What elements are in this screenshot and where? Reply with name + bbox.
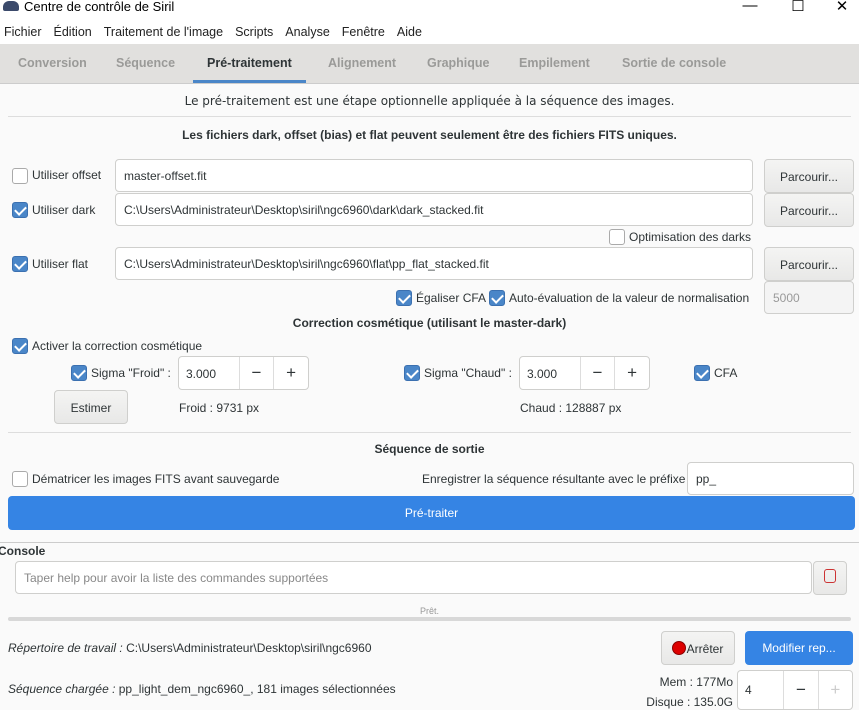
preprocess-button[interactable]: Pré-traiter bbox=[8, 496, 855, 530]
menu-bar: Fichier Édition Traitement de l'image Sc… bbox=[0, 20, 859, 44]
prefix-input[interactable]: pp_ bbox=[687, 462, 854, 495]
cfa-label: CFA bbox=[714, 366, 738, 380]
offset-checkbox[interactable] bbox=[12, 168, 28, 184]
offset-browse-button[interactable]: Parcourir... bbox=[764, 159, 854, 193]
minimize-button[interactable]: — bbox=[730, 0, 770, 14]
flat-path-input[interactable]: C:\Users\Administrateur\Desktop\siril\ng… bbox=[115, 247, 753, 280]
hot-pixel-count: Chaud : 128887 px bbox=[520, 401, 622, 415]
sigma-cold-label: Sigma "Froid" : bbox=[91, 366, 171, 380]
menu-fenetre[interactable]: Fenêtre bbox=[338, 20, 391, 44]
cosmetic-enable-label: Activer la correction cosmétique bbox=[32, 339, 203, 353]
prefix-label: Enregistrer la séquence résultante avec … bbox=[422, 472, 693, 486]
console-clear-button[interactable] bbox=[813, 561, 847, 595]
close-button[interactable]: ✕ bbox=[822, 0, 859, 15]
equalize-cfa-checkbox[interactable] bbox=[396, 290, 412, 306]
menu-traitement[interactable]: Traitement de l'image bbox=[100, 20, 229, 44]
sigma-hot-plus-button[interactable]: + bbox=[614, 357, 649, 389]
menu-aide[interactable]: Aide bbox=[393, 20, 428, 44]
menu-scripts[interactable]: Scripts bbox=[231, 20, 279, 44]
stop-label: Arrêter bbox=[686, 642, 724, 656]
sigma-hot-label: Sigma "Chaud" : bbox=[424, 366, 512, 380]
cosmetic-enable-checkbox[interactable] bbox=[12, 338, 28, 354]
files-note: Les fichiers dark, offset (bias) et flat… bbox=[182, 128, 677, 142]
title-bar: Centre de contrôle de Siril — ☐ ✕ bbox=[0, 0, 859, 20]
threads-value[interactable]: 4 bbox=[738, 671, 783, 709]
sigma-cold-checkbox[interactable] bbox=[71, 365, 87, 381]
threads-stepper[interactable]: 4 − + bbox=[737, 670, 853, 710]
intro-text: Le pré-traitement est une étape optionne… bbox=[184, 94, 675, 108]
dark-label: Utiliser dark bbox=[32, 203, 96, 217]
tab-bar: Conversion Séquence Pré-traitement Align… bbox=[0, 44, 859, 84]
tab-graphique[interactable]: Graphique bbox=[427, 56, 490, 70]
status-text: Prêt. bbox=[419, 606, 439, 616]
equalize-cfa-label: Égaliser CFA bbox=[416, 291, 487, 305]
menu-edition[interactable]: Édition bbox=[50, 20, 98, 44]
stop-button[interactable]: Arrêter bbox=[661, 631, 735, 665]
progress-bar bbox=[8, 617, 851, 621]
menu-analyse[interactable]: Analyse bbox=[281, 20, 335, 44]
normalization-value-input[interactable]: 5000 bbox=[764, 281, 854, 314]
dark-browse-button[interactable]: Parcourir... bbox=[764, 193, 854, 227]
dark-optimization-label: Optimisation des darks bbox=[629, 230, 752, 244]
active-tab-indicator bbox=[193, 80, 306, 83]
offset-label: Utiliser offset bbox=[32, 168, 102, 182]
sigma-cold-minus-button[interactable]: − bbox=[238, 357, 274, 389]
tab-conversion[interactable]: Conversion bbox=[18, 56, 87, 70]
maximize-button[interactable]: ☐ bbox=[778, 0, 818, 15]
cfa-checkbox[interactable] bbox=[694, 365, 710, 381]
threads-plus-button[interactable]: + bbox=[817, 671, 852, 709]
working-directory-path: C:\Users\Administrateur\Desktop\siril\ng… bbox=[122, 641, 372, 655]
disk-usage: Disque : 135.0G bbox=[646, 695, 733, 709]
sigma-hot-checkbox[interactable] bbox=[404, 365, 420, 381]
tab-sortie-console[interactable]: Sortie de console bbox=[622, 56, 726, 70]
cosmetic-title: Correction cosmétique (utilisant le mast… bbox=[292, 316, 567, 330]
cold-pixel-count: Froid : 9731 px bbox=[179, 401, 260, 415]
flat-label: Utiliser flat bbox=[32, 257, 89, 271]
auto-normalization-checkbox[interactable] bbox=[489, 290, 505, 306]
offset-path-input[interactable]: master-offset.fit bbox=[115, 159, 753, 192]
sigma-hot-minus-button[interactable]: − bbox=[579, 357, 615, 389]
console-label: Console bbox=[0, 544, 46, 558]
loaded-sequence: Séquence chargée : pp_light_dem_ngc6960_… bbox=[8, 682, 396, 696]
working-directory: Répertoire de travail : C:\Users\Adminis… bbox=[8, 641, 372, 655]
working-directory-label: Répertoire de travail : bbox=[8, 641, 123, 655]
loaded-sequence-label: Séquence chargée : bbox=[8, 682, 116, 696]
sigma-cold-stepper[interactable]: 3.000 − + bbox=[178, 356, 309, 390]
sigma-cold-value[interactable]: 3.000 bbox=[179, 357, 239, 389]
sigma-hot-value[interactable]: 3.000 bbox=[520, 357, 580, 389]
debayer-checkbox[interactable] bbox=[12, 471, 28, 487]
stop-icon bbox=[672, 641, 686, 655]
debayer-label: Dématricer les images FITS avant sauvega… bbox=[32, 472, 280, 486]
dark-path-input[interactable]: C:\Users\Administrateur\Desktop\siril\ng… bbox=[115, 193, 753, 226]
dark-optimization-checkbox[interactable] bbox=[609, 229, 625, 245]
siril-logo-icon bbox=[3, 1, 19, 11]
estimate-button[interactable]: Estimer bbox=[54, 390, 128, 424]
auto-normalization-label: Auto-évaluation de la valeur de normalis… bbox=[509, 291, 750, 305]
sigma-hot-stepper[interactable]: 3.000 − + bbox=[519, 356, 650, 390]
sigma-cold-plus-button[interactable]: + bbox=[273, 357, 308, 389]
dark-checkbox[interactable] bbox=[12, 202, 28, 218]
flat-checkbox[interactable] bbox=[12, 256, 28, 272]
clear-icon bbox=[824, 569, 836, 583]
threads-minus-button[interactable]: − bbox=[783, 671, 817, 709]
tab-pretraitement[interactable]: Pré-traitement bbox=[207, 56, 292, 70]
menu-fichier[interactable]: Fichier bbox=[0, 20, 48, 44]
flat-browse-button[interactable]: Parcourir... bbox=[764, 247, 854, 281]
memory-usage: Mem : 177Mo bbox=[659, 675, 733, 689]
window-title: Centre de contrôle de Siril bbox=[24, 0, 175, 14]
tab-empilement[interactable]: Empilement bbox=[519, 56, 590, 70]
output-title: Séquence de sortie bbox=[374, 442, 485, 456]
loaded-sequence-value: pp_light_dem_ngc6960_, 181 images sélect… bbox=[115, 682, 396, 696]
change-directory-button[interactable]: Modifier rep... bbox=[745, 631, 853, 665]
tab-sequence[interactable]: Séquence bbox=[116, 56, 175, 70]
console-command-input[interactable]: Taper help pour avoir la liste des comma… bbox=[15, 561, 812, 594]
tab-alignement[interactable]: Alignement bbox=[328, 56, 396, 70]
